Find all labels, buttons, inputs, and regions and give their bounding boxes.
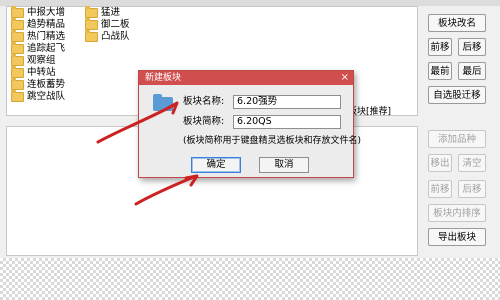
- annotation-arrows: [96, 101, 199, 206]
- arrow-head: [166, 101, 179, 115]
- arrow-to-ok-button: [134, 174, 198, 206]
- transparent-area: [0, 258, 500, 300]
- arrow-to-name-field: [96, 102, 178, 144]
